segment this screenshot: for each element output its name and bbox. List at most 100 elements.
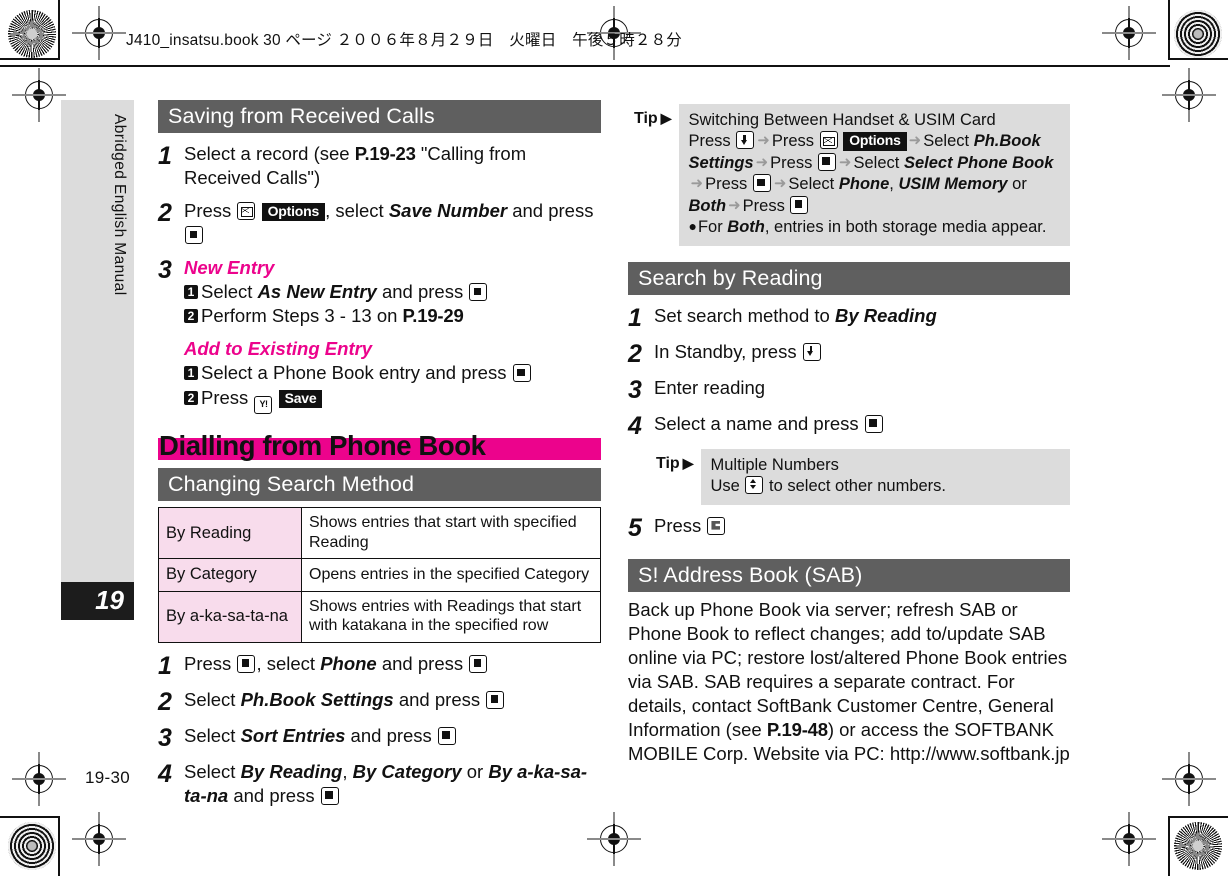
step-number: 4 [158, 759, 172, 788]
step-number: 2 [158, 687, 172, 716]
text-run: to select other numbers. [764, 477, 947, 496]
text-run: , [342, 760, 353, 782]
registration-mark-bottom-right [1102, 812, 1156, 866]
center-key-icon [237, 654, 256, 673]
table-cell-method: By Reading [158, 507, 302, 560]
sub-step-number: 2 [184, 390, 198, 405]
section-heading-changing-search-method: Changing Search Method [158, 468, 601, 502]
softkey-label-options: Options [261, 203, 326, 222]
step-line: New Entry [184, 256, 601, 280]
softkey-label-options: Options [843, 132, 907, 151]
text-run: or [461, 760, 489, 782]
page-reference[interactable]: P.19-23 [355, 143, 416, 164]
step-number: 3 [628, 375, 642, 404]
calibration-starburst-bottom-right [1174, 822, 1222, 870]
menu-term: Phone [838, 175, 890, 194]
text-run: Press [201, 386, 254, 408]
registration-mark-bottom-left [72, 812, 126, 866]
menu-term: By Reading [835, 304, 937, 326]
center-key-icon [790, 195, 809, 214]
text-run: Select [184, 760, 241, 782]
center-key-icon [437, 726, 456, 745]
top-rule [0, 65, 70, 67]
step-number: 3 [158, 256, 172, 285]
step-item: 4 Select a name and press [628, 412, 1070, 439]
text-run: Press [184, 652, 237, 674]
step-item: 1 Select a record (see P.19-23 "Calling f… [158, 142, 601, 190]
steps-search-by-reading: 1 Set search method to By Reading 2 In Stan… [628, 304, 1070, 439]
nav-down-key-icon [736, 131, 755, 150]
step-body: Set search method to By Reading [654, 304, 1070, 328]
step-number: 3 [158, 723, 172, 752]
step-line: Select Ph.Book Settings and press [184, 688, 601, 712]
text-run: and press [376, 281, 469, 303]
step-body: Select By Reading, By Category or By a-k… [184, 760, 601, 808]
step-body: Select a name and press [654, 412, 1070, 436]
flow-arrow-icon: ➜ [755, 153, 769, 171]
branch-label: Add to Existing Entry [184, 338, 373, 360]
registration-mark-inner-top-right [1162, 68, 1216, 122]
section-heading-search-by-reading: Search by Reading [628, 261, 1070, 295]
tip-body: Switching Between Handset & USIM Card Pr… [679, 104, 1070, 246]
tip-title-2: Multiple Numbers [710, 455, 839, 474]
tip-triangle-icon: ▶ [660, 110, 672, 126]
step-item: 2 Select Ph.Book Settings and press [158, 688, 601, 715]
text-run: Select a record (see [184, 143, 355, 165]
table-row: By Category Opens entries in the specifie… [158, 558, 601, 592]
step-item: 5 Press [628, 514, 1070, 541]
text-run: Press [184, 200, 237, 222]
side-tab-chapter-number: 19 [61, 582, 134, 620]
nav-up-down-key-icon [745, 476, 764, 495]
text-run: and press [345, 724, 437, 746]
text-run: Use [710, 477, 745, 496]
text-run: Select [853, 153, 904, 172]
tip-line: Press ➜ Press Options ➜ Select Ph.Book Sett… [688, 131, 1062, 217]
text-run: and press [376, 652, 469, 674]
step-line: 1 Select a Phone Book entry and press [184, 361, 601, 385]
center-key-icon [469, 654, 488, 673]
flow-arrow-icon: ➜ [773, 175, 787, 193]
sub-step-number: 1 [184, 366, 198, 381]
step-item: 3 Select Sort Entries and press [158, 724, 601, 751]
left-column: Saving from Received Calls 1 Select a rec… [158, 100, 601, 808]
text-run: Select [788, 175, 839, 194]
menu-term: Phone [320, 652, 377, 674]
text-run: Select [201, 281, 258, 303]
step-line: Enter reading [654, 376, 1070, 400]
calibration-starburst-bottom-left [8, 822, 56, 870]
step-body: Select Sort Entries and press [184, 724, 601, 748]
step-item: 3 New Entry 1 Select As New Entry and press… [158, 256, 601, 414]
step-body: Enter reading [654, 376, 1070, 400]
page-reference[interactable]: P.19-29 [403, 305, 464, 326]
menu-term: Ph.Book Settings [240, 688, 394, 710]
table-cell-description: Shows entries that start with specified … [301, 507, 601, 560]
tip-triangle-icon-2: ▶ [682, 454, 694, 471]
chapter-heading-dialling-from-phone-book: Dialling from Phone Book [158, 431, 601, 461]
center-key-icon [817, 152, 836, 171]
step-line: Set search method to By Reading [654, 304, 1070, 328]
step-number: 4 [628, 411, 642, 440]
step-number: 1 [628, 303, 642, 332]
section-heading-saving-from-received-calls: Saving from Received Calls [158, 100, 601, 134]
mail-key-icon [237, 202, 256, 221]
text-run: , entries in both storage media appear. [764, 218, 1047, 237]
registration-mark-inner-bottom-right [1162, 752, 1216, 806]
softkey-label-save: Save [278, 389, 323, 408]
text-run: Select [923, 132, 974, 151]
page-reference[interactable]: P.19-48 [767, 719, 828, 740]
step-body: Press , select Phone and press [184, 652, 601, 676]
step-body: In Standby, press [654, 340, 1070, 364]
step-line: 1 Select As New Entry and press [184, 280, 601, 304]
flow-arrow-icon: ➜ [728, 196, 741, 214]
step-line: Select Sort Entries and press [184, 724, 601, 748]
flow-arrow-icon: ➜ [838, 153, 852, 171]
tip-label-2: Tip ▶ [650, 449, 701, 473]
step-line: 2 Press Y! Save [184, 386, 601, 414]
table-row: By a-ka-sa-ta-na Shows entries with Readi… [158, 590, 601, 643]
text-run: Select a name and press [654, 412, 864, 434]
step-number: 1 [158, 142, 172, 171]
registration-mark-bottom-center [587, 812, 641, 866]
text-run: , select [325, 200, 389, 222]
center-key-icon [469, 283, 488, 302]
text-run: Select [184, 724, 241, 746]
